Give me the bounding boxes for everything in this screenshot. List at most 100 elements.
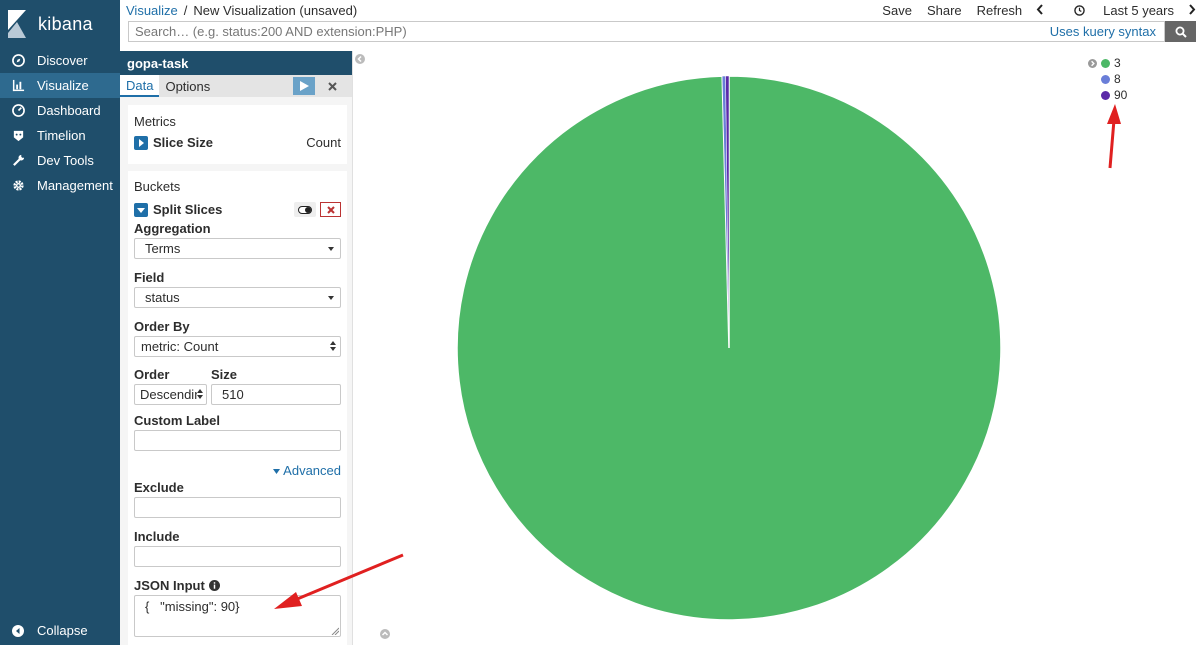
order-by-value: metric: Count [141, 339, 219, 354]
breadcrumb-parent[interactable]: Visualize [126, 3, 178, 18]
info-icon[interactable] [208, 580, 220, 591]
size-label: Size [211, 367, 238, 382]
json-input-textarea[interactable]: { "missing": 90} [134, 595, 341, 637]
legend-item[interactable]: 8 [1088, 71, 1127, 87]
apply-changes-button[interactable] [293, 77, 315, 95]
order-by-select[interactable]: metric: Count [134, 336, 341, 357]
kibana-logo-icon [8, 10, 26, 38]
field-select[interactable]: status [134, 287, 341, 308]
tab-data[interactable]: Data [120, 75, 160, 97]
custom-label-input[interactable] [134, 430, 341, 451]
time-range-label: Last 5 years [1103, 2, 1174, 18]
search-placeholder: Search… (e.g. status:200 AND extension:P… [135, 24, 407, 39]
resize-handle-icon[interactable] [331, 627, 339, 635]
nav-item-management[interactable]: Management [0, 173, 120, 198]
kuery-syntax-link[interactable]: Uses kuery syntax [1050, 24, 1156, 39]
tab-options[interactable]: Options [159, 75, 216, 97]
legend-label: 3 [1114, 56, 1121, 70]
nav-item-dashboard[interactable]: Dashboard [0, 98, 120, 123]
nav-item-dev-tools[interactable]: Dev Tools [0, 148, 120, 173]
time-forward-icon[interactable] [1188, 3, 1196, 18]
advanced-toggle[interactable]: Advanced [134, 463, 341, 478]
collapse-arrow-icon [11, 624, 25, 638]
exclude-input[interactable] [134, 497, 341, 518]
time-back-icon[interactable] [1036, 3, 1044, 18]
brand[interactable]: kibana [0, 0, 120, 48]
refresh-button[interactable]: Refresh [977, 3, 1023, 18]
breadcrumb-separator: / [183, 2, 188, 18]
toolbar-actions: Save Share Refresh Last 5 years [867, 0, 1200, 20]
index-pattern-title: gopa-task [120, 51, 352, 75]
nav-label: Management [37, 178, 113, 193]
legend-item[interactable]: 3 [1088, 55, 1127, 71]
compass-icon [11, 54, 25, 68]
visualization-area [354, 51, 1200, 645]
nav-label: Discover [37, 53, 88, 68]
custom-label-label: Custom Label [134, 413, 220, 428]
legend-toggle-icon[interactable] [1088, 58, 1097, 68]
include-input[interactable] [134, 546, 341, 567]
metric-agg-row[interactable]: Slice Size Count [134, 135, 341, 150]
legend-color-dot [1101, 90, 1110, 100]
bar-chart-icon [11, 79, 25, 93]
nav-label: Timelion [37, 128, 86, 143]
legend-item[interactable]: 90 [1088, 87, 1127, 103]
legend-label: 90 [1114, 88, 1128, 102]
wrench-icon [11, 154, 25, 168]
aggregation-value: Terms [145, 241, 181, 256]
expand-toggle-icon[interactable] [134, 135, 148, 150]
vis-editor-sidebar: gopa-task Data Options Metrics Slice Siz… [120, 51, 353, 645]
save-button[interactable]: Save [882, 3, 912, 18]
toggle-agg-icon[interactable] [294, 202, 316, 217]
include-label: Include [134, 529, 180, 544]
legend-color-dot [1101, 74, 1110, 84]
bucket-agg-row[interactable]: Split Slices [134, 202, 341, 217]
collapse-toggle-icon[interactable] [134, 202, 148, 217]
chart-legend: 3 8 90 [1088, 55, 1127, 103]
buckets-header: Buckets [134, 179, 181, 194]
size-input[interactable]: 510 [211, 384, 341, 405]
updown-icon [330, 340, 336, 352]
order-size-row: Order Descending Size 510 [134, 367, 341, 405]
nav-label: Visualize [37, 78, 89, 93]
metric-agg-value: Count [306, 135, 341, 150]
legend-color-dot [1101, 58, 1110, 68]
timelion-icon [11, 129, 25, 143]
search-button[interactable] [1165, 21, 1196, 42]
remove-agg-button[interactable] [320, 202, 341, 217]
caret-down-icon [273, 469, 281, 475]
order-select[interactable]: Descending [134, 384, 207, 405]
order-by-label: Order By [134, 319, 190, 334]
exclude-label: Exclude [134, 480, 184, 495]
spy-toggle-icon[interactable] [380, 629, 390, 639]
metric-agg-label: Slice Size [153, 135, 213, 150]
json-input-label: JSON Input [134, 578, 341, 593]
nav-label: Dashboard [37, 103, 101, 118]
clock-icon [1074, 4, 1085, 16]
search-input[interactable]: Search… (e.g. status:200 AND extension:P… [128, 21, 1165, 42]
aggregation-select[interactable]: Terms [134, 238, 341, 259]
field-label: Field [134, 270, 165, 285]
collapse-label: Collapse [37, 623, 88, 638]
json-input-value: { "missing": 90} [145, 599, 240, 614]
time-picker[interactable]: Last 5 years [1059, 3, 1174, 18]
dashboard-icon [11, 104, 25, 118]
order-label: Order [134, 367, 170, 382]
close-icon [327, 81, 337, 91]
metrics-header: Metrics [134, 114, 176, 129]
bucket-agg-label: Split Slices [153, 202, 223, 217]
collapse-sidebar-icon[interactable] [355, 54, 365, 64]
collapse-button[interactable]: Collapse [0, 618, 120, 643]
updown-icon [197, 388, 203, 400]
chevron-down-icon [328, 247, 334, 251]
share-button[interactable]: Share [927, 3, 962, 18]
app-name: kibana [38, 13, 93, 34]
nav-item-timelion[interactable]: Timelion [0, 123, 120, 148]
nav-item-visualize[interactable]: Visualize [0, 73, 120, 98]
buckets-panel: Buckets Split Slices Aggregation Terms F… [128, 171, 347, 645]
discard-changes-button[interactable] [321, 77, 343, 95]
field-value: status [145, 290, 180, 305]
play-icon [299, 81, 309, 91]
advanced-label: Advanced [283, 463, 341, 478]
nav-item-discover[interactable]: Discover [0, 48, 120, 73]
